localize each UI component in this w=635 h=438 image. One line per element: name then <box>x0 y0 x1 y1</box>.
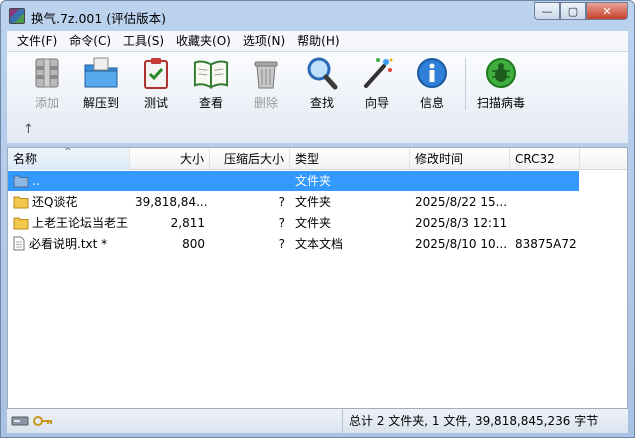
file-row-parent[interactable]: .. 文件夹 <box>8 171 579 191</box>
winrar-app-icon[interactable] <box>9 8 25 24</box>
title-bar[interactable]: 换气.7z.001 (评估版本) — ▢ ✕ <box>1 1 634 31</box>
file-type-cell: 文件夹 <box>295 174 332 188</box>
file-type-cell: 文本文档 <box>295 237 344 251</box>
info-icon <box>414 56 450 90</box>
find-label: 查找 <box>309 96 334 110</box>
column-header-modified[interactable]: 修改时间 <box>410 148 510 170</box>
winrar-window: 换气.7z.001 (评估版本) — ▢ ✕ 文件(F) 命令(C) 工具(S)… <box>0 0 635 438</box>
window-controls: — ▢ ✕ <box>534 2 628 20</box>
scan-virus-button[interactable]: 扫描病毒 <box>473 56 529 112</box>
file-modified-cell <box>410 171 510 191</box>
trash-can-icon <box>248 56 284 90</box>
folder-icon <box>13 196 29 208</box>
file-name-cell: .. <box>8 171 130 191</box>
maximize-button[interactable]: ▢ <box>560 2 586 20</box>
add-archive-icon <box>29 56 65 90</box>
up-one-level-button[interactable]: ↑ <box>23 122 34 137</box>
file-list[interactable]: 名称 ^ 大小 压缩后大小 类型 修改时间 CRC32 .. 文件夹 还Q谈花 <box>7 147 628 409</box>
column-header-packed-size[interactable]: 压缩后大小 <box>210 148 290 170</box>
file-row[interactable]: 必看说明.txt * 800 ? 文本文档 2025/8/10 10... 83… <box>8 234 579 254</box>
delete-label: 删除 <box>253 96 278 110</box>
info-button[interactable]: 信息 <box>404 56 460 112</box>
file-modified-cell: 2025/8/3 12:11 <box>415 216 508 230</box>
magnifier-icon <box>304 56 340 90</box>
clipboard-check-icon <box>138 56 174 90</box>
toolbar-separator <box>465 58 466 110</box>
file-name: 还Q谈花 <box>32 195 78 209</box>
file-row[interactable]: 上老王论坛当老王 2,811 ? 文件夹 2025/8/3 12:11 <box>8 213 579 233</box>
column-name-label: 名称 <box>13 152 38 166</box>
file-modified-cell: 2025/8/22 15... <box>415 195 508 209</box>
file-crc-cell <box>510 192 580 212</box>
menu-options[interactable]: 选项(N) <box>237 32 291 50</box>
file-crc-cell <box>510 213 580 233</box>
view-label: 查看 <box>198 96 223 110</box>
file-size-cell: 39,818,84... <box>135 195 208 209</box>
file-modified-cell: 2025/8/10 10... <box>415 237 508 251</box>
delete-button[interactable]: 删除 <box>238 56 294 112</box>
folder-up-icon <box>13 175 29 187</box>
column-header-crc32[interactable]: CRC32 <box>510 148 580 170</box>
key-icon[interactable] <box>33 415 53 427</box>
column-header-type[interactable]: 类型 <box>290 148 410 170</box>
status-icons <box>11 414 59 428</box>
test-button[interactable]: 测试 <box>128 56 184 112</box>
file-name-cell: 必看说明.txt * <box>8 234 130 254</box>
file-name-cell: 还Q谈花 <box>8 192 130 212</box>
file-size-cell <box>130 171 210 191</box>
add-button[interactable]: 添加 <box>19 56 75 112</box>
file-list-header: 名称 ^ 大小 压缩后大小 类型 修改时间 CRC32 <box>8 148 627 170</box>
file-name: 上老王论坛当老王 <box>32 216 129 230</box>
column-header-size[interactable]: 大小 <box>130 148 210 170</box>
menu-help[interactable]: 帮助(H) <box>291 32 345 50</box>
wizard-label: 向导 <box>364 96 389 110</box>
menu-tools[interactable]: 工具(S) <box>117 32 170 50</box>
file-type-cell: 文件夹 <box>295 195 332 209</box>
file-size-cell: 800 <box>182 237 205 251</box>
file-packed-cell <box>210 171 290 191</box>
virus-bug-icon <box>483 56 519 90</box>
column-header-name[interactable]: 名称 ^ <box>8 148 130 170</box>
file-crc-cell <box>510 171 580 191</box>
text-file-icon <box>13 236 25 251</box>
file-packed-cell: ? <box>278 237 285 251</box>
extract-folder-icon <box>83 56 119 90</box>
open-book-icon <box>193 56 229 90</box>
menu-favorites[interactable]: 收藏夹(O) <box>170 32 237 50</box>
file-row[interactable]: 还Q谈花 39,818,84... ? 文件夹 2025/8/22 15... <box>8 192 579 212</box>
magic-wand-icon <box>359 56 395 90</box>
status-summary: 总计 2 文件夹, 1 文件, 39,818,845,236 字节 <box>342 409 598 433</box>
menu-file[interactable]: 文件(F) <box>11 32 63 50</box>
file-packed-cell: ? <box>278 216 285 230</box>
info-label: 信息 <box>419 96 444 110</box>
find-button[interactable]: 查找 <box>294 56 350 112</box>
file-type-cell: 文件夹 <box>295 216 332 230</box>
file-name-cell: 上老王论坛当老王 <box>8 213 130 233</box>
close-button[interactable]: ✕ <box>586 2 628 20</box>
window-title: 换气.7z.001 (评估版本) <box>31 11 167 26</box>
toolbar: 添加 解压到 测试 查看 删除 查找 向导 信息 扫描病毒 ↑ <box>7 51 628 143</box>
minimize-button[interactable]: — <box>534 2 560 20</box>
drive-icon[interactable] <box>11 415 29 427</box>
file-crc-cell: 83875A72 <box>515 237 577 251</box>
sort-ascending-icon: ^ <box>64 148 72 157</box>
file-size-cell: 2,811 <box>170 216 205 230</box>
menu-commands[interactable]: 命令(C) <box>63 32 117 50</box>
folder-icon <box>13 217 29 229</box>
menu-bar: 文件(F) 命令(C) 工具(S) 收藏夹(O) 选项(N) 帮助(H) <box>7 31 628 51</box>
file-packed-cell: ? <box>278 195 285 209</box>
scan-virus-label: 扫描病毒 <box>476 96 525 110</box>
test-label: 测试 <box>143 96 168 110</box>
add-label: 添加 <box>34 96 59 110</box>
wizard-button[interactable]: 向导 <box>349 56 405 112</box>
view-button[interactable]: 查看 <box>183 56 239 112</box>
file-name: .. <box>32 174 40 188</box>
extract-to-button[interactable]: 解压到 <box>73 56 129 112</box>
extract-to-label: 解压到 <box>82 96 119 110</box>
status-bar: 总计 2 文件夹, 1 文件, 39,818,845,236 字节 <box>7 409 628 433</box>
file-name: 必看说明.txt * <box>29 237 108 251</box>
